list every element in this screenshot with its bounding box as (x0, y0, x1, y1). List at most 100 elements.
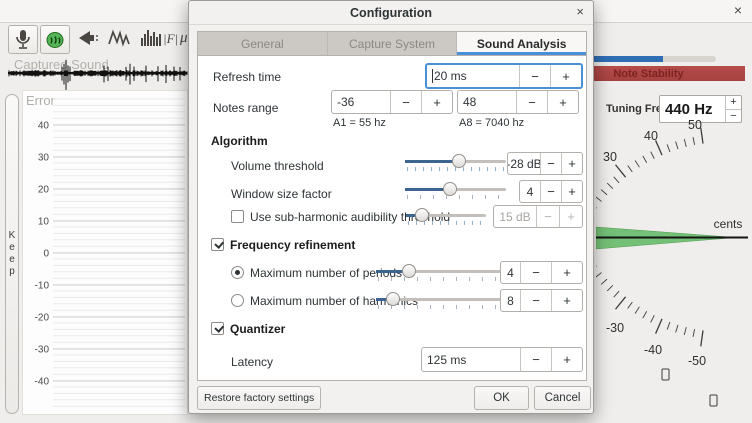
spin-decrement-button[interactable]: − (540, 153, 561, 174)
spin-increment-button[interactable]: + (561, 153, 582, 174)
spin-increment-button: + (559, 206, 582, 227)
max-harmonics-radio[interactable] (231, 294, 244, 307)
note-max-hint: A8 = 7040 hz (459, 117, 524, 129)
max-harmonics-spinbox[interactable]: 8 − + (500, 289, 583, 312)
microphone-icon (14, 28, 32, 52)
error-axis-label: 0 (43, 249, 49, 260)
tab-sound-analysis[interactable]: Sound Analysis (457, 32, 586, 55)
waveform-icon (108, 28, 134, 48)
tab-general[interactable]: General (198, 32, 328, 55)
error-axis-label: 30 (38, 153, 50, 164)
max-periods-radio[interactable] (231, 266, 244, 279)
latency-value[interactable]: 125 ms (422, 348, 520, 371)
window-size-slider[interactable] (405, 180, 506, 200)
volume-threshold-slider[interactable] (405, 152, 506, 172)
fourier-icon: |F| (163, 31, 178, 47)
keep-toggle-button[interactable]: Keep (5, 94, 19, 414)
refresh-time-value[interactable]: 20 ms (434, 69, 467, 83)
waveform-view-button[interactable] (108, 28, 134, 48)
max-harmonics-value[interactable]: 8 (501, 290, 520, 311)
window-size-value[interactable]: 4 (520, 181, 540, 202)
subharmonic-spinbox: 15 dB − + (493, 205, 583, 228)
spin-decrement-button[interactable]: − (520, 262, 551, 283)
frequency-refinement-header: Frequency refinement (230, 238, 355, 252)
max-periods-value[interactable]: 4 (501, 262, 520, 283)
max-periods-slider[interactable] (376, 262, 503, 282)
mu-icon: μ (180, 30, 188, 47)
gauge-scale-label: 40 (644, 129, 658, 143)
refresh-time-spinbox[interactable]: 20 ms − + (425, 63, 583, 89)
subharmonic-checkbox[interactable] (231, 210, 244, 223)
volume-threshold-spinbox[interactable]: -28 dB − + (507, 152, 583, 175)
spin-increment-button[interactable]: + (550, 65, 581, 87)
slider-handle[interactable] (386, 292, 400, 306)
quantizer-checkbox[interactable] (211, 322, 224, 335)
slider-handle[interactable] (415, 208, 429, 222)
gauge-scale-label: 30 (603, 150, 617, 164)
spin-decrement-button[interactable]: − (540, 181, 561, 202)
keep-button-label: Keep (7, 230, 18, 278)
window-size-spinbox[interactable]: 4 − + (519, 180, 583, 203)
subharmonic-value: 15 dB (494, 206, 536, 227)
statistics-view-button[interactable]: μ (180, 30, 188, 47)
spin-decrement-button[interactable]: − (520, 290, 551, 311)
notes-range-min-value[interactable]: -36 (332, 91, 390, 113)
gauge-scale-label: -30 (606, 321, 624, 335)
fourier-view-button[interactable]: |F| (163, 31, 178, 47)
dialog-tabs: General Capture System Sound Analysis (198, 32, 586, 56)
ok-button[interactable]: OK (474, 386, 529, 410)
spin-decrement-button[interactable]: − (519, 65, 550, 87)
configuration-dialog: Configuration × General Capture System S… (188, 0, 594, 414)
spin-decrement-button[interactable]: − (520, 348, 551, 371)
slider-handle[interactable] (402, 264, 416, 278)
error-axis-label: 10 (38, 217, 50, 228)
spin-increment-button[interactable]: + (551, 290, 582, 311)
speaker-button[interactable] (76, 28, 100, 48)
gauge-scale-label: -40 (644, 343, 662, 357)
latency-label: Latency (231, 355, 273, 369)
mic-toggle-button[interactable] (8, 25, 38, 54)
notes-range-max-value[interactable]: 48 (458, 91, 516, 113)
spin-decrement-button[interactable]: − (390, 91, 421, 113)
error-axis-label: -20 (35, 313, 50, 324)
cancel-button[interactable]: Cancel (534, 386, 591, 410)
spin-decrement-button: − (536, 206, 559, 227)
dialog-titlebar: Configuration × (189, 1, 593, 25)
spectrum-view-button[interactable] (140, 28, 164, 48)
cents-gauge: 30 40 50 -30 -40 -50 cents (596, 0, 752, 423)
restore-defaults-button[interactable]: Restore factory settings (197, 386, 321, 410)
error-axis-label: 20 (38, 185, 50, 196)
note-min-hint: A1 = 55 hz (333, 117, 386, 129)
text-cursor (432, 69, 433, 83)
error-axis-label: -40 (35, 377, 50, 388)
max-harmonics-slider[interactable] (376, 290, 503, 310)
gauge-scale-label: 50 (688, 118, 702, 132)
spin-increment-button[interactable]: + (551, 262, 582, 283)
quantizer-header: Quantizer (230, 322, 285, 336)
spin-increment-button[interactable]: + (421, 91, 452, 113)
speaker-icon (76, 28, 100, 48)
error-axis-label: 40 (38, 121, 50, 132)
notes-range-min-spinbox[interactable]: -36 − + (331, 90, 453, 114)
frequency-refinement-checkbox[interactable] (211, 238, 224, 251)
error-axis-label: -30 (35, 345, 50, 356)
subharmonic-slider[interactable] (406, 206, 486, 226)
dialog-close-icon[interactable]: × (576, 4, 584, 19)
slider-handle[interactable] (452, 154, 466, 168)
gauge-scale-label: -50 (688, 354, 706, 368)
max-periods-spinbox[interactable]: 4 − + (500, 261, 583, 284)
error-axis-label: -10 (35, 281, 50, 292)
fmit-logo-button[interactable] (40, 25, 70, 54)
notes-range-label: Notes range (213, 101, 278, 115)
slider-handle[interactable] (443, 182, 457, 196)
volume-threshold-value[interactable]: -28 dB (508, 153, 540, 174)
notes-range-max-spinbox[interactable]: 48 − + (457, 90, 579, 114)
tab-capture-system[interactable]: Capture System (328, 32, 458, 55)
volume-threshold-label: Volume threshold (231, 159, 324, 173)
spin-increment-button[interactable]: + (561, 181, 582, 202)
spin-increment-button[interactable]: + (551, 348, 582, 371)
error-panel: Error 40 30 20 10 0 -10 -20 -30 -40 (22, 90, 188, 415)
spin-decrement-button[interactable]: − (516, 91, 547, 113)
spin-increment-button[interactable]: + (547, 91, 578, 113)
latency-spinbox[interactable]: 125 ms − + (421, 347, 583, 372)
